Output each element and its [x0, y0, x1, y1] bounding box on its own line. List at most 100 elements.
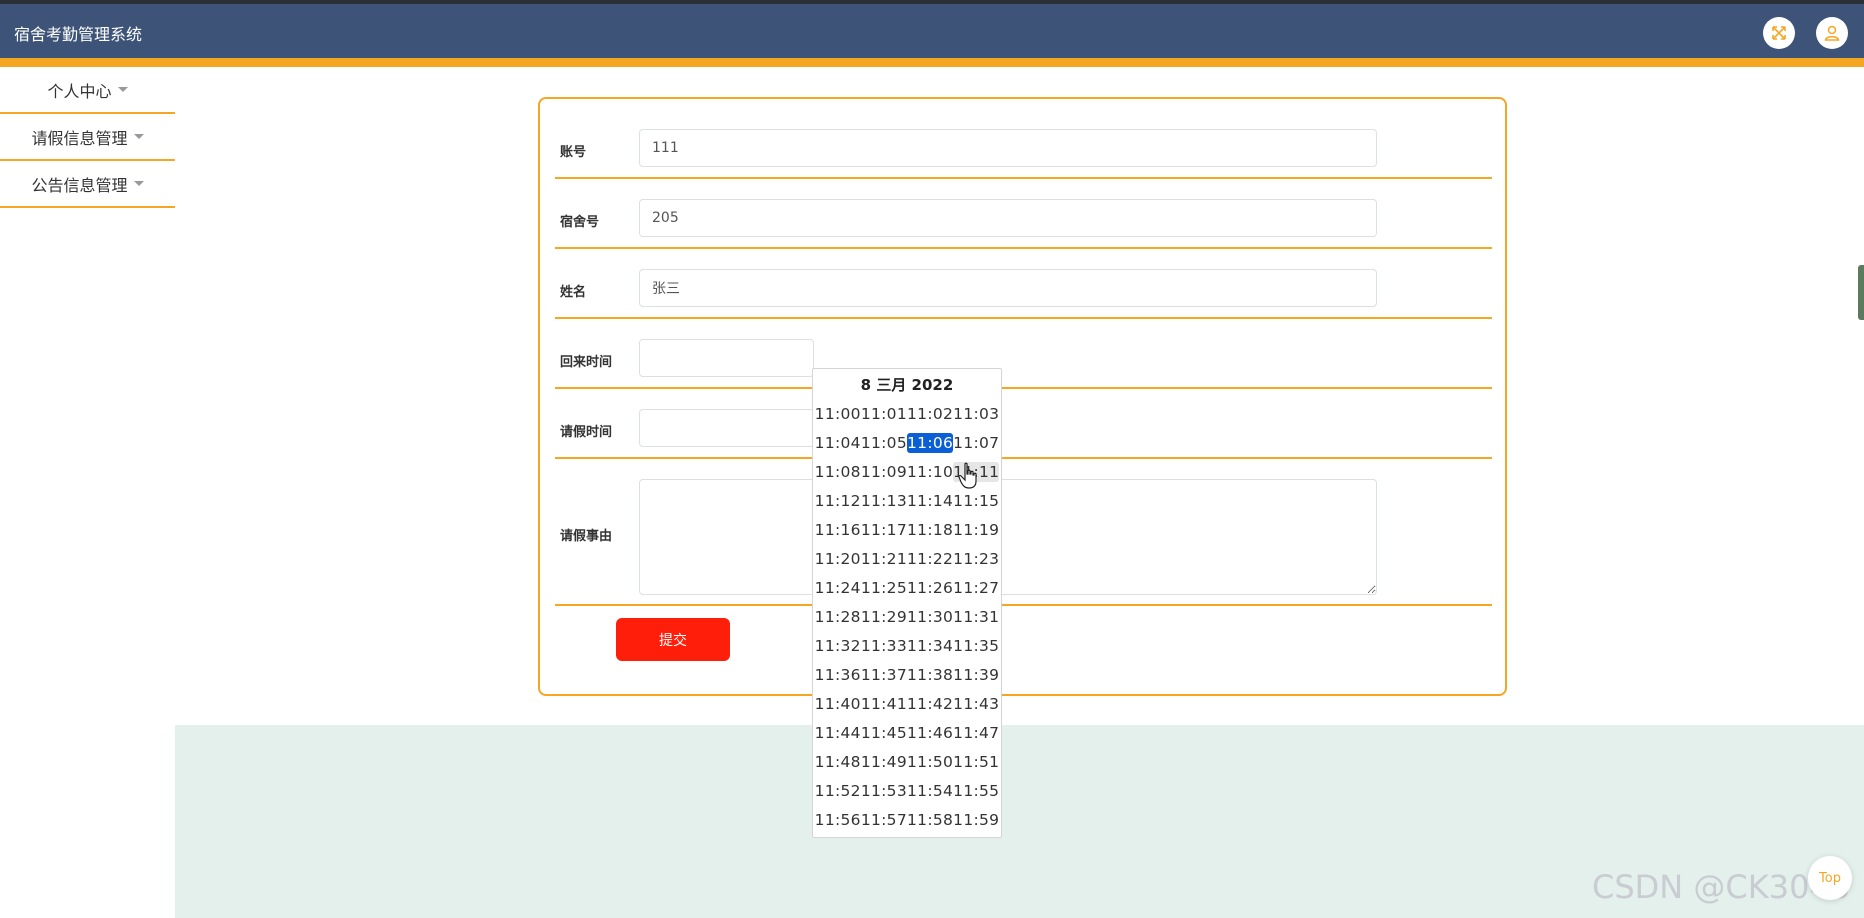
time-option[interactable]: 11:05 [861, 433, 907, 453]
time-option[interactable]: 11:51 [953, 752, 999, 772]
time-picker-row: 11:00 11:01 11:02 11:03 [813, 399, 1001, 428]
sidebar-item-personal-center[interactable]: 个人中心 [0, 67, 175, 114]
leave-time-label: 请假时间 [560, 425, 613, 440]
time-option[interactable]: 11:13 [861, 491, 907, 511]
time-option[interactable]: 11:18 [907, 520, 953, 540]
time-picker-dropdown: 8 三月 2022 11:00 11:01 11:02 11:03 11:04 11:05… [812, 368, 1002, 838]
side-tab-handle[interactable] [1858, 265, 1864, 320]
return-time-input[interactable] [639, 339, 814, 377]
time-option[interactable]: 11:20 [815, 549, 861, 569]
time-option[interactable]: 11:58 [907, 810, 953, 830]
time-option[interactable]: 11:04 [815, 433, 861, 453]
account-label: 账号 [560, 145, 587, 160]
time-option[interactable]: 11:12 [815, 491, 861, 511]
time-option[interactable]: 11:21 [861, 549, 907, 569]
caret-down-icon [117, 87, 128, 92]
name-input[interactable] [639, 269, 1377, 307]
time-picker-row: 11:04 11:05 11:06 11:07 [813, 428, 1001, 457]
time-option[interactable]: 11:49 [861, 752, 907, 772]
time-option[interactable]: 11:36 [815, 665, 861, 685]
time-option[interactable]: 11:19 [953, 520, 999, 540]
reason-label: 请假事由 [560, 529, 613, 544]
reason-textarea[interactable] [639, 479, 1377, 595]
time-picker-row: 11:32 11:33 11:34 11:35 [813, 631, 1001, 660]
leave-form: 账号 宿舍号 姓名 回来时间 请假时间 请假事由 提交 [538, 97, 1507, 696]
time-option[interactable]: 11:48 [815, 752, 861, 772]
time-picker-row: 11:36 11:37 11:38 11:39 [813, 660, 1001, 689]
time-option[interactable]: 11:07 [953, 433, 999, 453]
time-picker-row: 11:44 11:45 11:46 11:47 [813, 718, 1001, 747]
sidebar-item-label: 公告信息管理 [31, 175, 128, 195]
time-picker-header: 8 三月 2022 [860, 375, 954, 394]
time-option[interactable]: 11:38 [907, 665, 953, 685]
time-option[interactable]: 11:35 [953, 636, 999, 656]
time-option[interactable]: 11:01 [861, 404, 907, 424]
time-option[interactable]: 11:10 [907, 462, 953, 482]
time-option[interactable]: 11:32 [815, 636, 861, 656]
time-option[interactable]: 11:34 [907, 636, 953, 656]
account-input[interactable] [639, 129, 1377, 167]
time-option[interactable]: 11:33 [861, 636, 907, 656]
time-option[interactable]: 11:47 [953, 723, 999, 743]
dorm-input[interactable] [639, 199, 1377, 237]
time-option[interactable]: 11:08 [815, 462, 861, 482]
time-option[interactable]: 11:41 [861, 694, 907, 714]
time-option[interactable]: 11:39 [953, 665, 999, 685]
time-option[interactable]: 11:15 [953, 491, 999, 511]
time-option[interactable]: 11:46 [907, 723, 953, 743]
submit-button[interactable]: 提交 [616, 618, 730, 661]
time-picker-row: 11:12 11:13 11:14 11:15 [813, 486, 1001, 515]
time-picker-row: 11:16 11:17 11:18 11:19 [813, 515, 1001, 544]
user-menu-button[interactable] [1816, 17, 1848, 49]
time-option[interactable]: 11:40 [815, 694, 861, 714]
sidebar-item-label: 个人中心 [47, 81, 112, 101]
leave-time-input[interactable] [639, 409, 814, 447]
form-row-return-time: 回来时间 [555, 319, 1492, 389]
time-option[interactable]: 11:53 [861, 781, 907, 801]
top-header: 宿舍考勤管理系统 [0, 4, 1864, 58]
time-option[interactable]: 11:29 [861, 607, 907, 627]
time-option[interactable]: 11:59 [953, 810, 999, 830]
hand-cursor-icon [958, 462, 977, 489]
user-icon [1824, 25, 1840, 41]
time-option[interactable]: 11:27 [953, 578, 999, 598]
time-option[interactable]: 11:42 [907, 694, 953, 714]
time-option[interactable]: 11:17 [861, 520, 907, 540]
fullscreen-button[interactable] [1763, 17, 1795, 49]
time-option[interactable]: 11:37 [861, 665, 907, 685]
time-picker-row: 11:28 11:29 11:30 11:31 [813, 602, 1001, 631]
time-option[interactable]: 11:06 [907, 432, 954, 453]
time-option[interactable]: 11:30 [907, 607, 953, 627]
time-option[interactable]: 11:31 [953, 607, 999, 627]
sidebar-item-leave-management[interactable]: 请假信息管理 [0, 114, 175, 161]
time-option[interactable]: 11:09 [861, 462, 907, 482]
time-picker-row: 11:20 11:21 11:22 11:23 [813, 544, 1001, 573]
time-option[interactable]: 11:14 [907, 491, 953, 511]
time-option[interactable]: 11:54 [907, 781, 953, 801]
time-option[interactable]: 11:28 [815, 607, 861, 627]
time-option[interactable]: 11:24 [815, 578, 861, 598]
time-option[interactable]: 11:25 [861, 578, 907, 598]
time-option[interactable]: 11:22 [907, 549, 953, 569]
time-option[interactable]: 11:55 [953, 781, 999, 801]
time-option[interactable]: 11:44 [815, 723, 861, 743]
time-option[interactable]: 11:00 [815, 404, 861, 424]
time-option[interactable]: 11:16 [815, 520, 861, 540]
time-option[interactable]: 11:52 [815, 781, 861, 801]
sidebar-item-notice-management[interactable]: 公告信息管理 [0, 161, 175, 208]
form-row-dorm: 宿舍号 [555, 179, 1492, 249]
form-row-leave-time: 请假时间 [555, 389, 1492, 459]
app-title: 宿舍考勤管理系统 [14, 25, 143, 44]
time-option[interactable]: 11:56 [815, 810, 861, 830]
back-to-top-button[interactable]: Top [1808, 856, 1852, 900]
time-option[interactable]: 11:23 [953, 549, 999, 569]
time-option[interactable]: 11:45 [861, 723, 907, 743]
time-option[interactable]: 11:50 [907, 752, 953, 772]
time-option[interactable]: 11:26 [907, 578, 953, 598]
time-option[interactable]: 11:03 [953, 404, 999, 424]
time-option[interactable]: 11:43 [953, 694, 999, 714]
time-option[interactable]: 11:02 [907, 404, 953, 424]
time-option[interactable]: 11:57 [861, 810, 907, 830]
time-picker-row: 11:40 11:41 11:42 11:43 [813, 689, 1001, 718]
caret-down-icon [133, 181, 144, 186]
